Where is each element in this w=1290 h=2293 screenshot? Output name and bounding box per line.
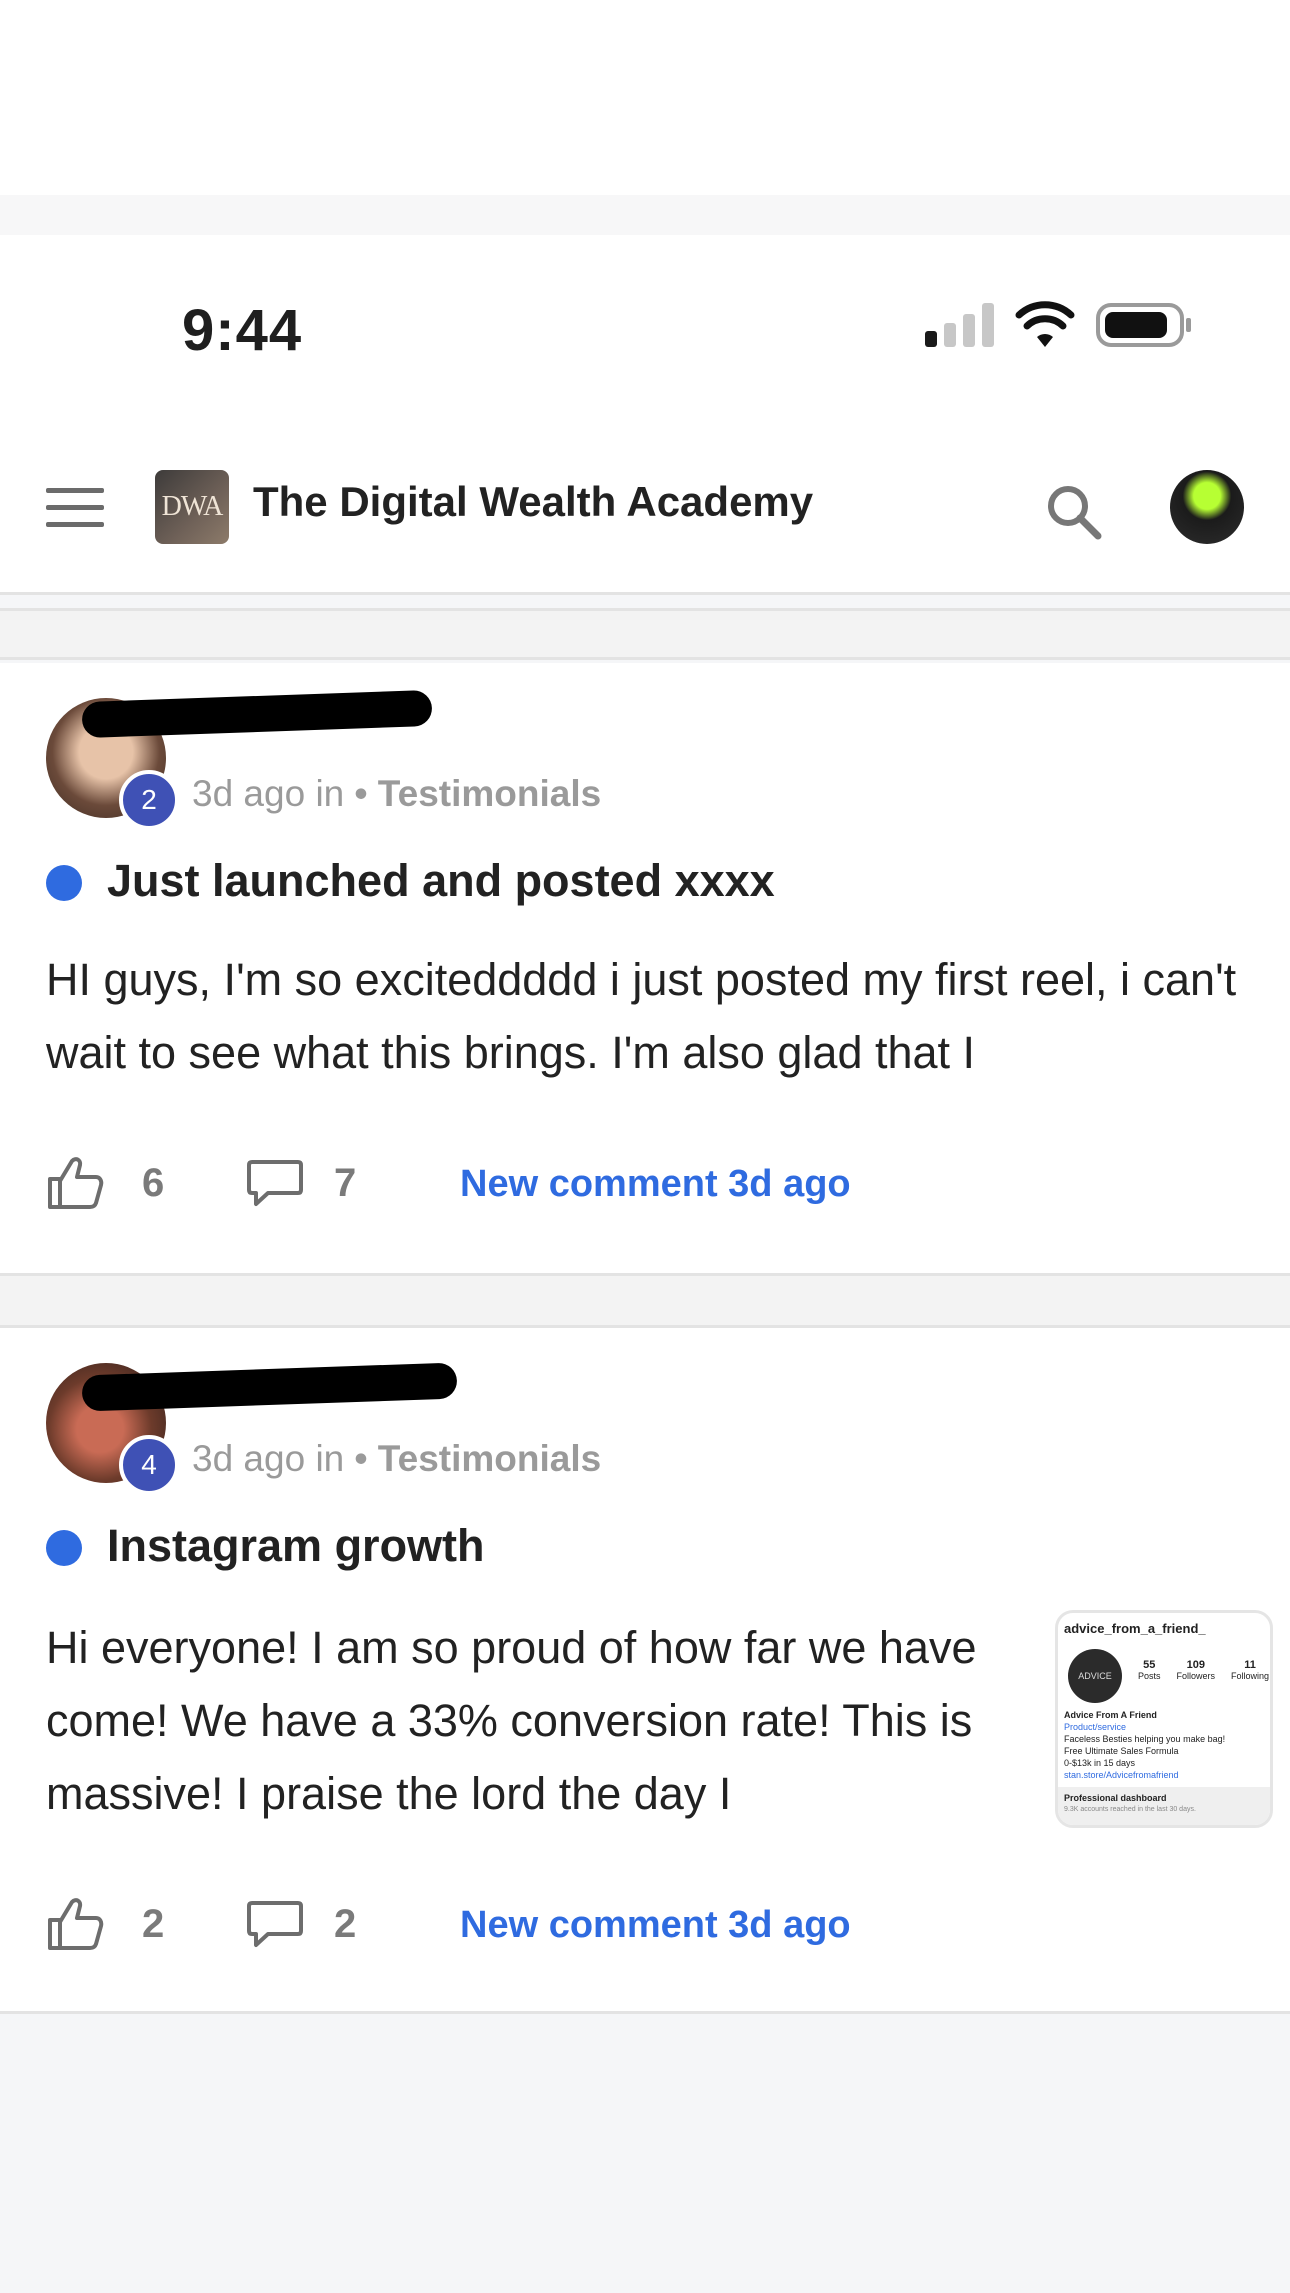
thumb-dash-title: Professional dashboard <box>1064 1793 1167 1803</box>
comment-icon <box>247 1160 303 1206</box>
search-icon[interactable] <box>1043 481 1103 541</box>
wifi-icon <box>1015 301 1075 347</box>
top-blank-area <box>0 0 1290 235</box>
thumbnail-dashboard: Professional dashboard 9.3K accounts rea… <box>1058 1787 1270 1825</box>
like-count: 6 <box>142 1160 165 1205</box>
battery-icon <box>1096 303 1191 347</box>
thumbnail-profile-pic: ADVICE <box>1068 1649 1122 1703</box>
post-meta: 3d ago in • Testimonials <box>192 1438 601 1480</box>
community-title[interactable]: The Digital Wealth Academy <box>253 478 813 526</box>
post-meta: 3d ago in • Testimonials <box>192 773 601 815</box>
thumbnail-stats: 55 Posts 109 Followers 11 Following <box>1138 1659 1269 1681</box>
cellular-signal-icon <box>925 303 995 347</box>
post-actions: 6 7 New comment 3d ago <box>46 1153 1246 1213</box>
post-time: 3d ago in <box>192 773 345 814</box>
status-bar: 9:44 <box>0 235 1290 415</box>
unread-dot <box>46 865 82 901</box>
thumb-following-label: Following <box>1231 1671 1270 1681</box>
post-title[interactable]: Instagram growth <box>107 1520 485 1572</box>
thumbs-up-icon <box>48 1157 104 1209</box>
thumb-followers-label: Followers <box>1176 1671 1216 1681</box>
new-comment-link[interactable]: New comment 3d ago <box>460 1163 851 1206</box>
thumb-posts-count: 55 <box>1143 1659 1156 1671</box>
post-image-thumbnail[interactable]: advice_from_a_friend_ ADVICE 55 Posts 109… <box>1055 1610 1273 1828</box>
thumb-bio-name: Advice From A Friend <box>1064 1710 1157 1720</box>
thumb-bio-line: Free Ultimate Sales Formula <box>1064 1746 1179 1756</box>
comment-button[interactable]: 7 <box>246 1153 356 1213</box>
post-title[interactable]: Just launched and posted xxxx <box>107 855 775 907</box>
thumbnail-handle: advice_from_a_friend_ <box>1064 1621 1206 1636</box>
new-comment-link[interactable]: New comment 3d ago <box>460 1904 851 1947</box>
thumbnail-bio: Advice From A Friend Product/service Fac… <box>1064 1709 1225 1781</box>
comment-count: 2 <box>334 1901 357 1946</box>
thumb-bio-line: 0-$13k in 15 days <box>1064 1758 1136 1768</box>
thumb-posts-label: Posts <box>1138 1671 1161 1681</box>
post-time: 3d ago in <box>192 1438 345 1479</box>
thumb-bio-link: stan.store/Advicefromafriend <box>1064 1770 1179 1780</box>
level-badge: 2 <box>119 770 179 830</box>
redacted-author-name <box>81 1362 458 1412</box>
feed-divider <box>0 1273 1290 1328</box>
unread-dot <box>46 1530 82 1566</box>
thumbs-up-icon <box>48 1898 104 1950</box>
post-card[interactable]: 4 3d ago in • Testimonials Instagram gro… <box>0 1328 1290 2011</box>
level-badge: 4 <box>119 1435 179 1495</box>
thumb-bio-line: Faceless Besties helping you make bag! <box>1064 1734 1226 1744</box>
thumb-bio-line: Product/service <box>1064 1722 1127 1732</box>
user-avatar[interactable] <box>1170 470 1244 544</box>
post-category[interactable]: • Testimonials <box>355 1438 602 1479</box>
community-logo[interactable]: DWA <box>155 470 229 544</box>
menu-icon[interactable] <box>46 488 104 528</box>
status-time: 9:44 <box>182 298 303 363</box>
redacted-author-name <box>81 689 433 739</box>
comment-icon <box>247 1901 303 1947</box>
post-actions: 2 2 New comment 3d ago <box>46 1894 1246 1954</box>
like-button[interactable]: 2 <box>46 1894 164 1954</box>
like-button[interactable]: 6 <box>46 1153 164 1213</box>
feed-divider <box>0 608 1290 660</box>
thumb-dash-sub: 9.3K accounts reached in the last 30 day… <box>1064 1806 1196 1813</box>
post-card[interactable]: 2 3d ago in • Testimonials Just launched… <box>0 663 1290 1273</box>
post-body[interactable]: HI guys, I'm so exciteddddd i just poste… <box>46 943 1246 1089</box>
top-band <box>0 195 1290 235</box>
post-category[interactable]: • Testimonials <box>355 773 602 814</box>
feed-bottom-divider <box>0 2011 1290 2014</box>
post-body[interactable]: Hi everyone! I am so proud of how far we… <box>46 1611 1046 1830</box>
thumb-followers-count: 109 <box>1186 1659 1205 1671</box>
thumb-following-count: 11 <box>1244 1659 1256 1671</box>
app-header: DWA The Digital Wealth Academy <box>0 415 1290 595</box>
comment-button[interactable]: 2 <box>246 1894 356 1954</box>
like-count: 2 <box>142 1901 165 1946</box>
comment-count: 7 <box>334 1160 357 1205</box>
